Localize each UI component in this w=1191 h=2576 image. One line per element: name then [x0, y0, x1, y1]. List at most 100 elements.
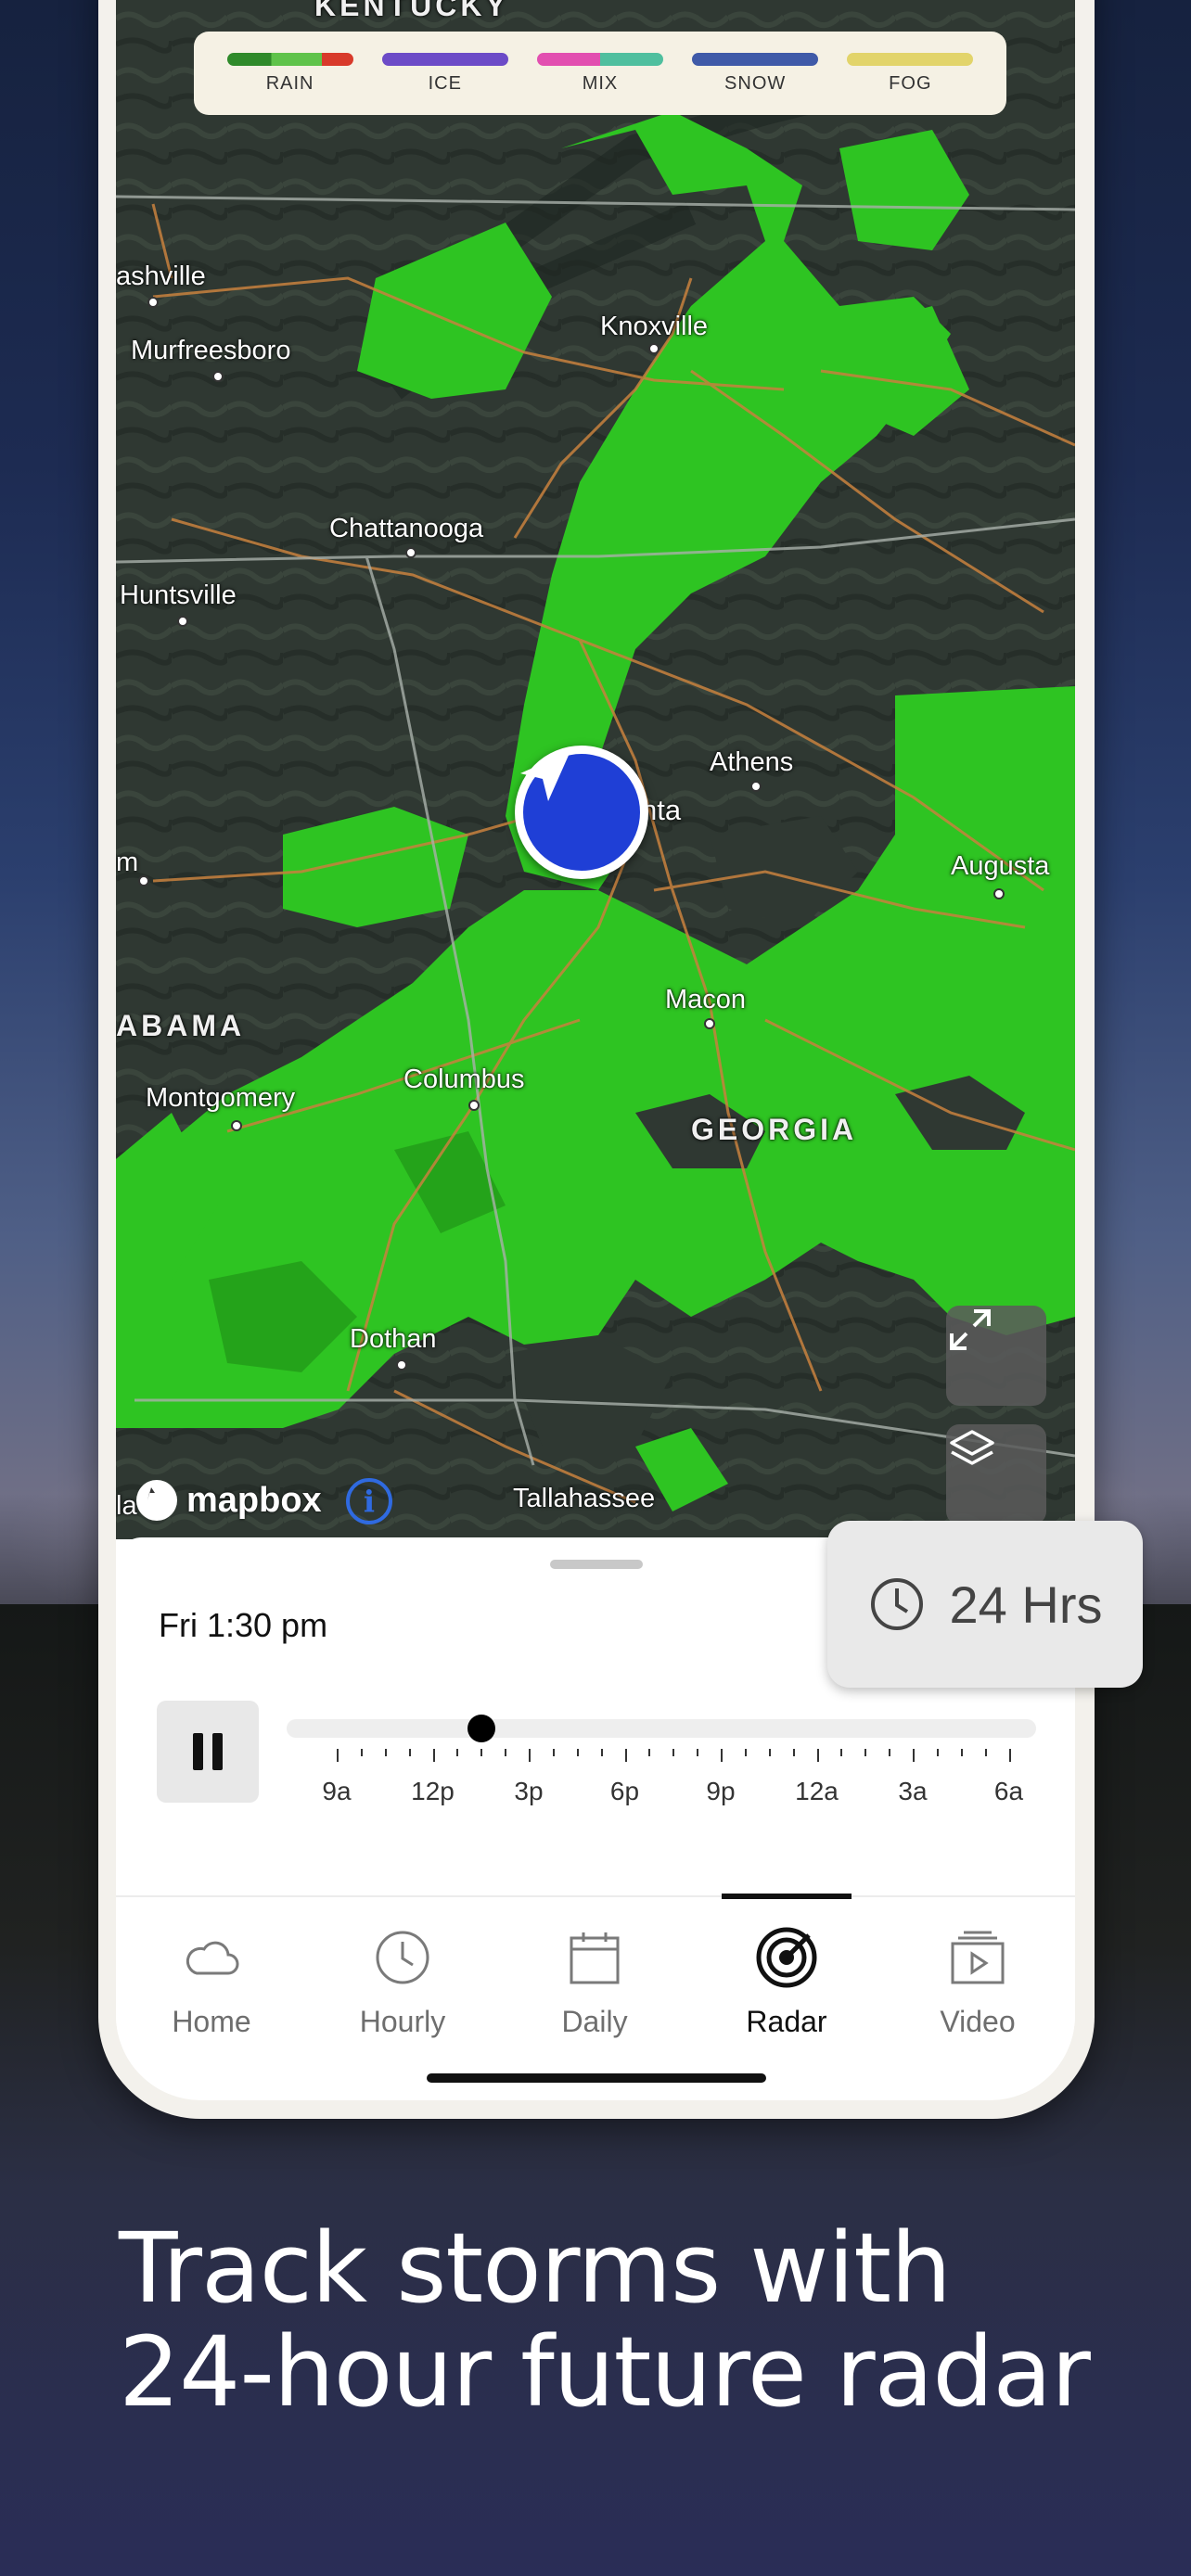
city-dot [704, 1018, 715, 1029]
city-dot [177, 616, 188, 627]
city-label-athens: Athens [710, 747, 794, 777]
timeline-minor-tick [384, 1749, 387, 1756]
timeline-major-tick [624, 1749, 627, 1762]
legend-fog-label: FOG [889, 72, 932, 94]
timeline-minor-tick [600, 1749, 603, 1756]
city-dot [750, 781, 762, 792]
city-label-macon: Macon [665, 985, 747, 1014]
legend-mix-label: MIX [582, 72, 619, 94]
timeline-minor-tick [505, 1749, 507, 1756]
legend-fog-bar [847, 52, 974, 66]
timeline-minor-tick [360, 1749, 363, 1756]
timeline-minor-tick [864, 1749, 867, 1756]
legend-snow: SNOW [690, 52, 820, 95]
timeline-tick-label: 6p [609, 1777, 640, 1805]
city-label-montgomery: Montgomery [146, 1083, 296, 1113]
pause-button[interactable] [157, 1701, 259, 1803]
city-dot [147, 297, 159, 308]
radar-timeline[interactable]: 9a 12p 3p 6p 9p 12a 3a 6a [287, 1712, 1036, 1805]
timeline-minor-tick [768, 1749, 771, 1756]
city-dot [396, 1359, 407, 1371]
timeline-minor-tick [552, 1749, 555, 1756]
radar-icon [756, 1927, 817, 1988]
tab-hourly[interactable]: Hourly [307, 1897, 498, 2073]
bottom-tab-bar: Home Hourly Daily Radar Video [116, 1894, 1075, 2073]
sheet-drag-handle[interactable] [550, 1560, 643, 1569]
tab-home[interactable]: Home [116, 1897, 307, 2073]
tab-video-label: Video [940, 2005, 1016, 2038]
state-label-kentucky: KENTUCKY [314, 0, 509, 22]
timeline-major-tick [432, 1749, 435, 1762]
timeline-scrubber[interactable] [467, 1715, 496, 1742]
current-time-label: Fri 1:30 pm [159, 1606, 328, 1644]
timeline-minor-tick [480, 1749, 483, 1756]
timeline-minor-tick [456, 1749, 459, 1756]
city-dot [231, 1120, 242, 1131]
legend-ice: ICE [380, 52, 510, 95]
mapbox-logo[interactable]: mapbox [136, 1480, 322, 1521]
expand-map-button[interactable] [946, 1306, 1046, 1406]
home-indicator[interactable] [427, 2073, 766, 2083]
tab-daily[interactable]: Daily [499, 1897, 690, 2073]
tab-hourly-label: Hourly [359, 2005, 446, 2038]
legend-mix-bar [536, 52, 663, 66]
timeline-minor-tick [889, 1749, 891, 1756]
legend-snow-bar [692, 52, 819, 66]
state-label-georgia: GEORGIA [691, 1113, 858, 1146]
clock-icon [376, 1931, 429, 1984]
timeline-minor-tick [840, 1749, 843, 1756]
city-dot [468, 1100, 480, 1111]
forecast-range-button[interactable]: 24 Hrs [827, 1521, 1143, 1688]
timeline-tick-label: 3p [514, 1777, 544, 1805]
timeline-tick-label: 6a [993, 1777, 1024, 1805]
timeline-minor-tick [408, 1749, 411, 1756]
timeline-tick-label: 9p [706, 1777, 736, 1805]
timeline-major-tick [913, 1749, 915, 1762]
timeline-track[interactable] [287, 1719, 1036, 1738]
city-label-huntsville: Huntsville [120, 580, 237, 610]
state-label-alabama: ABAMA [116, 1009, 246, 1042]
precipitation-legend: RAIN ICE MIX SNOW FOG [194, 32, 1006, 115]
headline-line-1: Track storms with [119, 2212, 952, 2325]
legend-rain-label: RAIN [265, 72, 314, 94]
mapbox-mark-icon [136, 1480, 177, 1521]
layers-icon [950, 1430, 994, 1465]
tab-radar[interactable]: Radar [691, 1894, 882, 2073]
calendar-icon [570, 1932, 620, 1984]
map-layers-button[interactable] [946, 1424, 1046, 1524]
timeline-tick-label: 3a [898, 1777, 928, 1805]
marketing-headline: Track storms with 24-hour future radar [119, 2216, 1139, 2424]
tab-radar-label: Radar [746, 2005, 827, 2038]
timeline-ticks [287, 1749, 1036, 1762]
city-label-columbus: Columbus [403, 1065, 525, 1094]
city-label-chattanooga: Chattanooga [329, 514, 484, 543]
city-dot [648, 343, 660, 354]
video-icon [951, 1931, 1005, 1984]
forecast-range-label: 24 Hrs [949, 1575, 1103, 1634]
timeline-major-tick [529, 1749, 531, 1762]
info-icon[interactable]: i [346, 1478, 392, 1524]
clock-icon [870, 1578, 923, 1630]
city-label-tallahassee: Tallahassee [513, 1484, 656, 1513]
tab-home-label: Home [172, 2005, 251, 2038]
timeline-minor-tick [984, 1749, 987, 1756]
tab-video[interactable]: Video [882, 1897, 1073, 2073]
legend-ice-bar [381, 52, 508, 66]
phone-screen: RAIN ICE MIX SNOW FOG KENTUCKY ABAMA GEO… [116, 0, 1075, 2100]
timeline-tick-label: 12a [795, 1777, 839, 1805]
city-label-partial: la [116, 1491, 137, 1521]
tab-daily-label: Daily [561, 2005, 628, 2038]
city-dot [405, 547, 416, 558]
city-dot [993, 888, 1005, 899]
headline-line-2: 24-hour future radar [119, 2315, 1091, 2429]
legend-ice-label: ICE [428, 72, 462, 94]
legend-fog: FOG [845, 52, 975, 95]
timeline-major-tick [1008, 1749, 1011, 1762]
radar-map[interactable]: RAIN ICE MIX SNOW FOG KENTUCKY ABAMA GEO… [116, 0, 1075, 1539]
city-label-knoxville: Knoxville [600, 312, 709, 341]
timeline-tick-label: 9a [322, 1777, 352, 1805]
timeline-major-tick [721, 1749, 723, 1762]
timeline-minor-tick [697, 1749, 699, 1756]
current-location-marker[interactable] [515, 746, 648, 879]
navigation-arrow-icon [520, 751, 570, 801]
